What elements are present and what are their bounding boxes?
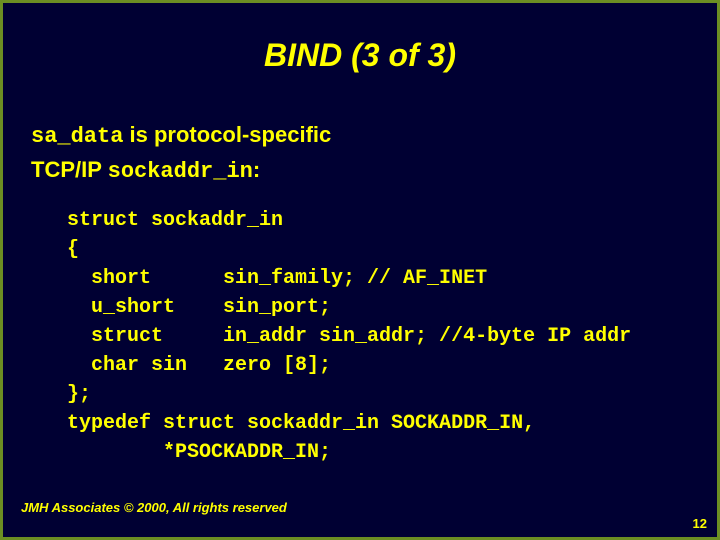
- text-span: is protocol-specific: [123, 122, 331, 147]
- code-inline-sockaddr-in: sockaddr_in: [108, 159, 253, 184]
- text-span: TCP/IP: [31, 157, 108, 182]
- text-line-1: sa_data is protocol-specific: [31, 122, 689, 149]
- code-inline-sa-data: sa_data: [31, 124, 123, 149]
- code-block: struct sockaddr_in { short sin_family; /…: [67, 206, 689, 467]
- footer-copyright: JMH Associates © 2000, All rights reserv…: [21, 500, 287, 515]
- slide: BIND (3 of 3) sa_data is protocol-specif…: [3, 3, 717, 467]
- text-line-2: TCP/IP sockaddr_in:: [31, 157, 689, 184]
- slide-title: BIND (3 of 3): [31, 37, 689, 74]
- page-number: 12: [693, 516, 707, 531]
- text-span: :: [253, 157, 260, 182]
